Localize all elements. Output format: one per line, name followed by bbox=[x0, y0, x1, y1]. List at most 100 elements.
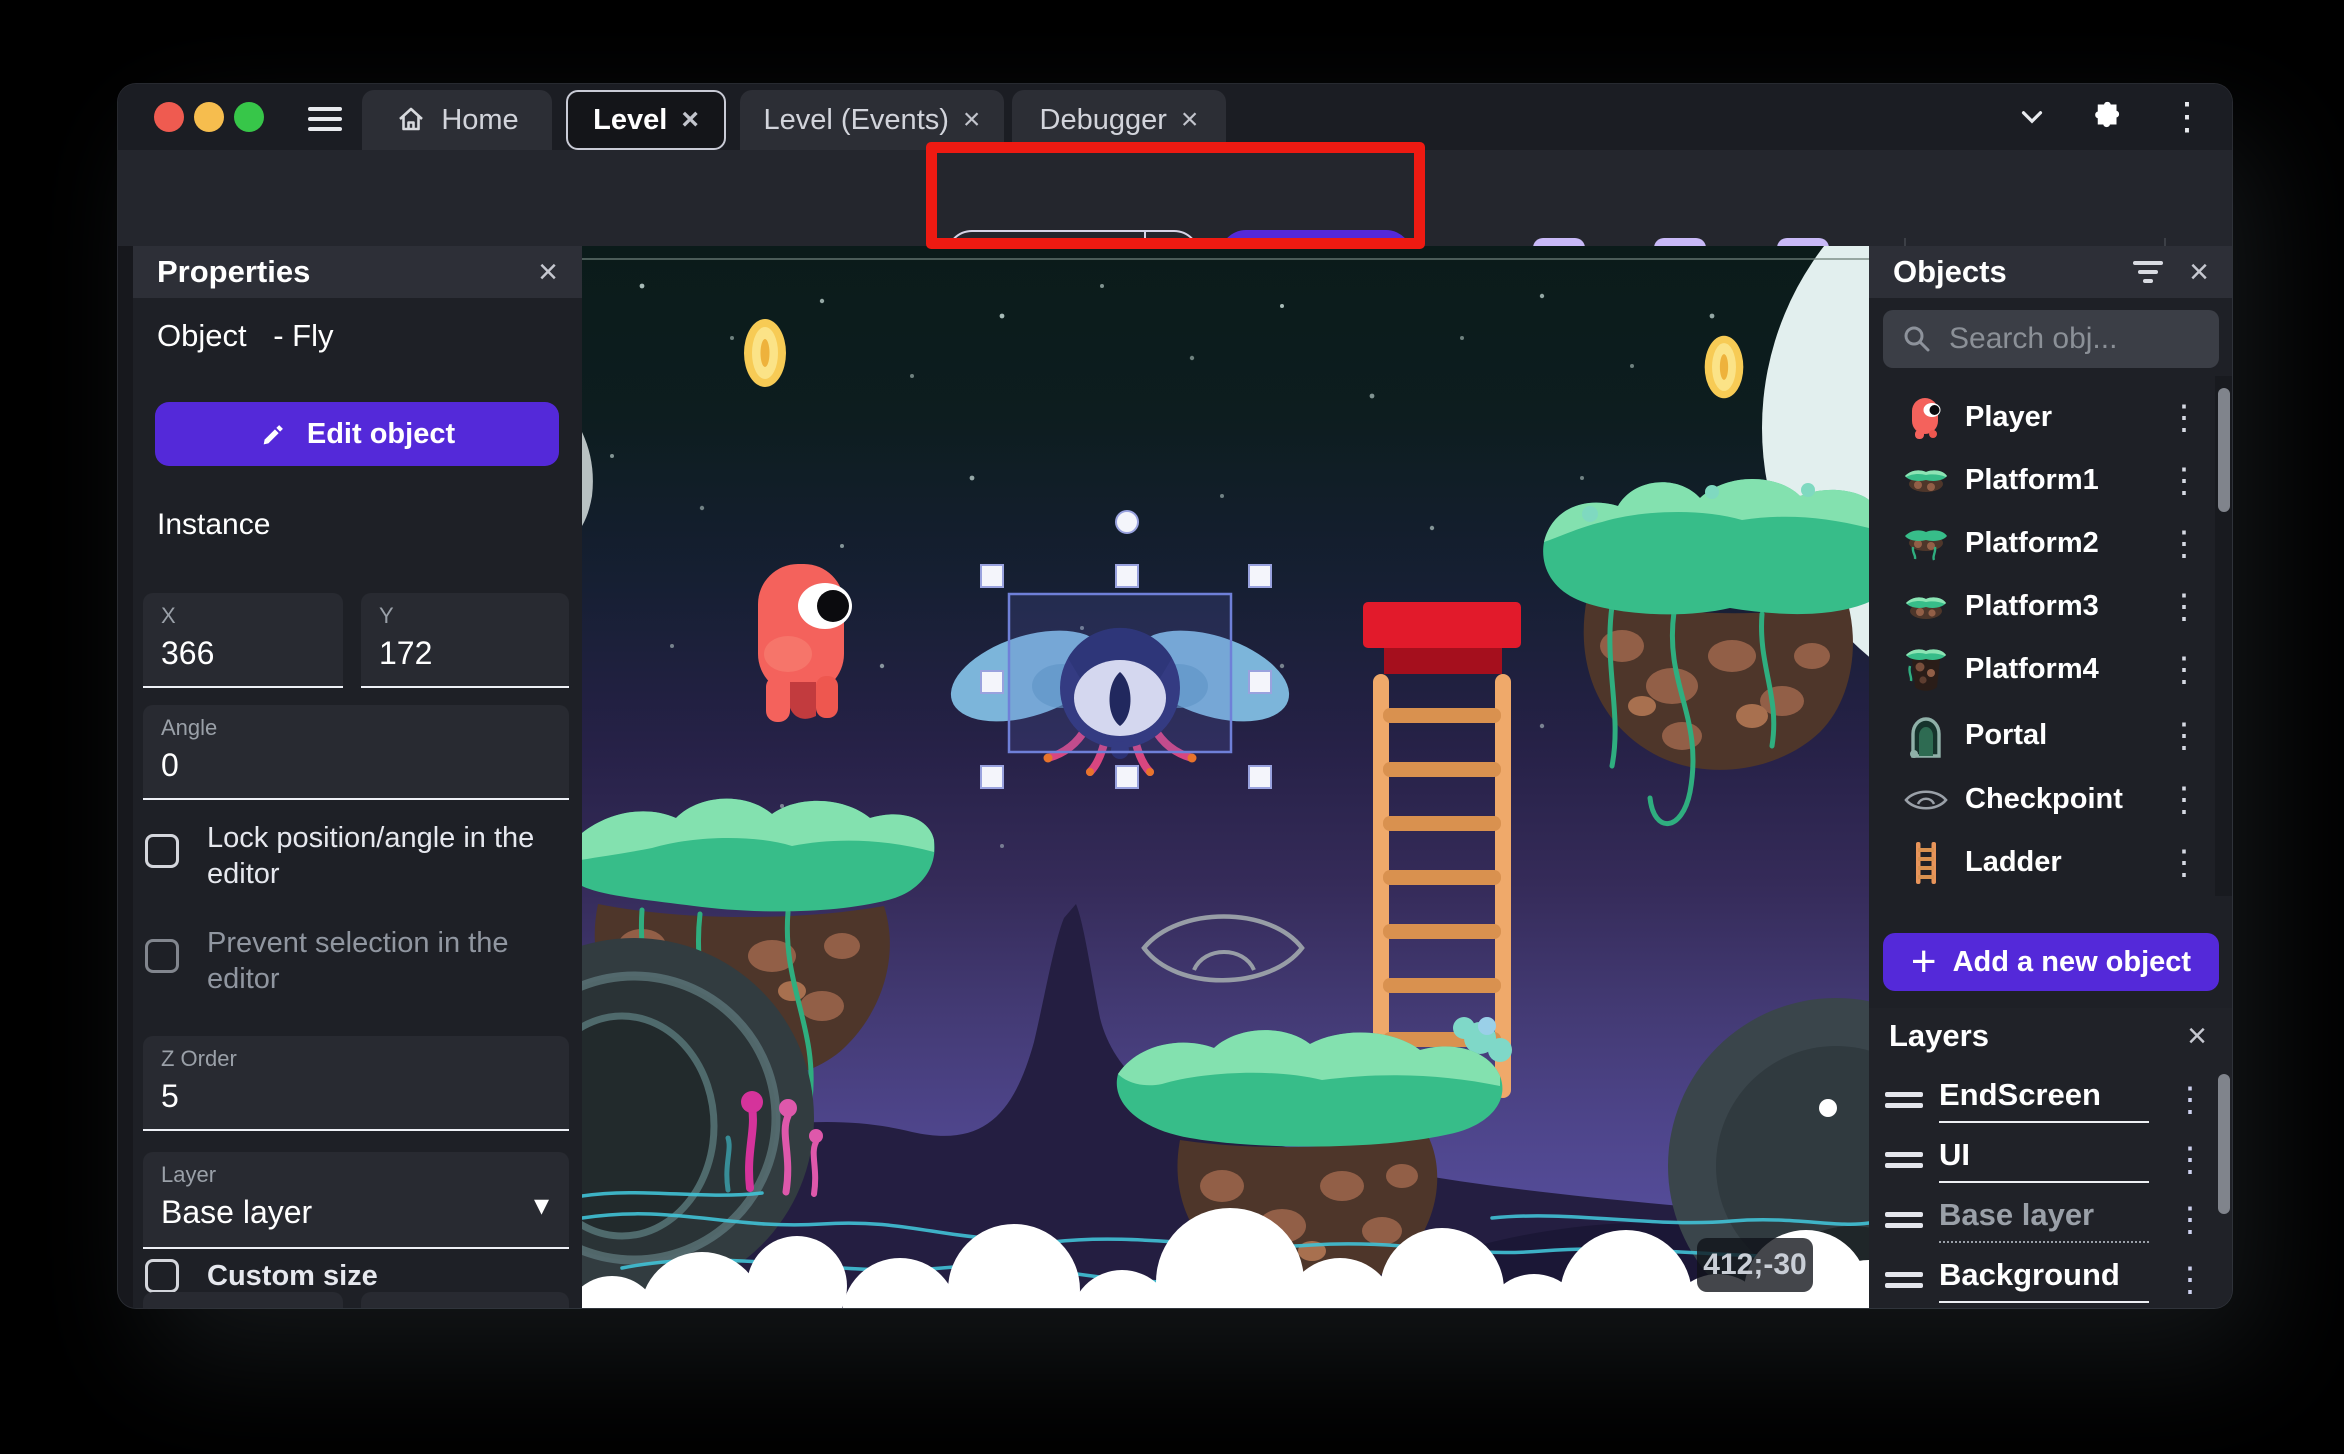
player-icon bbox=[1903, 395, 1949, 441]
platform2-icon bbox=[1903, 521, 1949, 567]
objects-scrollbar-thumb[interactable] bbox=[2218, 388, 2230, 512]
object-row-platform4[interactable]: Platform4 ⋮ bbox=[1869, 638, 2232, 701]
search-icon bbox=[1901, 323, 1933, 355]
minimize-window-button[interactable] bbox=[194, 102, 224, 132]
z-order-value: 5 bbox=[161, 1078, 179, 1114]
y-label: Y bbox=[379, 603, 394, 628]
z-order-field[interactable]: Z Order 5 bbox=[143, 1036, 569, 1131]
filter-icon[interactable] bbox=[2133, 261, 2164, 283]
hamburger-menu-icon[interactable] bbox=[308, 101, 342, 137]
object-menu-icon[interactable]: ⋮ bbox=[2167, 846, 2203, 880]
objects-title: Objects bbox=[1893, 254, 2007, 289]
layer-menu-icon[interactable]: ⋮ bbox=[2173, 1083, 2209, 1117]
object-row-platform1[interactable]: Platform1 ⋮ bbox=[1869, 449, 2232, 512]
object-menu-icon[interactable]: ⋮ bbox=[2167, 783, 2203, 817]
toolbar: Preview ▾ Publish bbox=[118, 150, 2232, 304]
angle-label: Angle bbox=[161, 715, 218, 740]
prevent-selection-row: Prevent selection in the editor bbox=[145, 925, 569, 998]
portal-icon bbox=[1903, 713, 1949, 759]
object-row-platform3[interactable]: Platform3 ⋮ bbox=[1869, 575, 2232, 638]
tab-debugger[interactable]: Debugger × bbox=[1012, 90, 1226, 150]
angle-value: 0 bbox=[161, 747, 179, 783]
lock-position-label: Lock position/angle in the editor bbox=[207, 822, 535, 891]
platform1-icon bbox=[1903, 458, 1949, 504]
tab-level[interactable]: Level × bbox=[566, 90, 726, 150]
cursor-coordinates-badge: 412;-30 bbox=[1697, 1238, 1813, 1292]
object-menu-icon[interactable]: ⋮ bbox=[2167, 653, 2203, 687]
chevron-down-icon[interactable] bbox=[2010, 98, 2054, 136]
drag-handle-icon[interactable] bbox=[1885, 1206, 1923, 1234]
layer-menu-icon[interactable]: ⋮ bbox=[2173, 1143, 2209, 1177]
tab-level-events[interactable]: Level (Events) × bbox=[740, 90, 1004, 150]
layer-row-base-layer[interactable]: Base layer ⋮ bbox=[1869, 1190, 2232, 1250]
close-window-button[interactable] bbox=[154, 102, 184, 132]
lock-position-checkbox[interactable] bbox=[145, 834, 179, 868]
player-object[interactable] bbox=[758, 564, 852, 722]
dropdown-arrow-icon: ▾ bbox=[533, 1189, 549, 1222]
object-menu-icon[interactable]: ⋮ bbox=[2167, 401, 2203, 435]
layer-menu-icon[interactable]: ⋮ bbox=[2173, 1263, 2209, 1297]
object-menu-icon[interactable]: ⋮ bbox=[2167, 590, 2203, 624]
add-new-object-button[interactable]: + Add a new object bbox=[1883, 933, 2219, 991]
drag-handle-icon[interactable] bbox=[1885, 1086, 1923, 1114]
object-menu-icon[interactable]: ⋮ bbox=[2167, 464, 2203, 498]
clipped-field bbox=[361, 1292, 569, 1308]
object-row-platform2[interactable]: Platform2 ⋮ bbox=[1869, 512, 2232, 575]
close-icon[interactable]: × bbox=[2187, 1017, 2207, 1056]
layer-row-background[interactable]: Background ⋮ bbox=[1869, 1250, 2232, 1308]
kebab-menu-icon[interactable]: ⋮ bbox=[2168, 98, 2208, 136]
close-icon[interactable]: × bbox=[538, 255, 558, 289]
layers-header: Layers × bbox=[1869, 1008, 2232, 1064]
extensions-puzzle-icon[interactable] bbox=[2080, 94, 2128, 140]
zoom-window-button[interactable] bbox=[234, 102, 264, 132]
tab-label: Level (Events) bbox=[763, 103, 949, 136]
app-window: Home Level × Level (Events) × Debugger ×… bbox=[118, 84, 2232, 1308]
lock-position-row: Lock position/angle in the editor bbox=[145, 820, 569, 893]
checkpoint-icon bbox=[1903, 777, 1949, 823]
prevent-selection-label: Prevent selection in the editor bbox=[207, 927, 509, 996]
object-menu-icon[interactable]: ⋮ bbox=[2167, 527, 2203, 561]
layer-row-endscreen[interactable]: EndScreen ⋮ bbox=[1869, 1070, 2232, 1130]
coin-object[interactable] bbox=[1704, 335, 1744, 399]
object-row-ladder[interactable]: Ladder ⋮ bbox=[1869, 831, 2232, 894]
tab-label: Debugger bbox=[1039, 103, 1167, 136]
layers-scrollbar-thumb[interactable] bbox=[2218, 1074, 2230, 1214]
edit-object-button[interactable]: Edit object bbox=[155, 402, 559, 466]
close-tab-icon[interactable]: × bbox=[1181, 105, 1199, 135]
custom-size-label: Custom size bbox=[207, 1260, 378, 1292]
object-row-player[interactable]: Player ⋮ bbox=[1869, 386, 2232, 449]
angle-field[interactable]: Angle 0 bbox=[143, 705, 569, 800]
layer-menu-icon[interactable]: ⋮ bbox=[2173, 1203, 2209, 1237]
ladder-icon bbox=[1903, 840, 1949, 886]
object-heading: Object - Fly bbox=[157, 318, 334, 353]
title-bar: Home Level × Level (Events) × Debugger ×… bbox=[118, 84, 2232, 150]
object-search-box[interactable] bbox=[1883, 310, 2219, 368]
pencil-icon bbox=[259, 419, 289, 449]
search-input[interactable] bbox=[1947, 321, 2191, 357]
y-value: 172 bbox=[379, 635, 433, 671]
custom-size-checkbox[interactable] bbox=[145, 1259, 179, 1294]
close-tab-icon[interactable]: × bbox=[963, 105, 981, 135]
properties-panel: Properties × Object - Fly Edit object In… bbox=[133, 246, 582, 1308]
prevent-selection-checkbox[interactable] bbox=[145, 939, 179, 973]
drag-handle-icon[interactable] bbox=[1885, 1266, 1923, 1294]
y-field[interactable]: Y 172 bbox=[361, 593, 569, 688]
object-row-portal[interactable]: Portal ⋮ bbox=[1869, 704, 2232, 767]
layer-row-ui[interactable]: UI ⋮ bbox=[1869, 1130, 2232, 1190]
x-field[interactable]: X 366 bbox=[143, 593, 343, 688]
object-row-checkpoint[interactable]: Checkpoint ⋮ bbox=[1869, 768, 2232, 831]
drag-handle-icon[interactable] bbox=[1885, 1146, 1923, 1174]
canvas-bounds-line bbox=[582, 258, 1869, 260]
rotate-handle[interactable] bbox=[1115, 510, 1139, 534]
object-menu-icon[interactable]: ⋮ bbox=[2167, 719, 2203, 753]
layer-dropdown[interactable]: Layer Base layer ▾ bbox=[143, 1152, 569, 1249]
coin-object[interactable] bbox=[744, 319, 786, 387]
scene-canvas[interactable]: 412;-30 bbox=[582, 246, 1869, 1308]
close-tab-icon[interactable]: × bbox=[681, 105, 699, 135]
tab-home[interactable]: Home bbox=[362, 90, 552, 150]
x-label: X bbox=[161, 603, 176, 628]
objects-panel: Objects × Player ⋮ Platform1 bbox=[1869, 246, 2232, 1008]
platform3-icon bbox=[1903, 584, 1949, 630]
close-icon[interactable]: × bbox=[2189, 255, 2209, 289]
properties-header: Properties × bbox=[133, 246, 582, 298]
